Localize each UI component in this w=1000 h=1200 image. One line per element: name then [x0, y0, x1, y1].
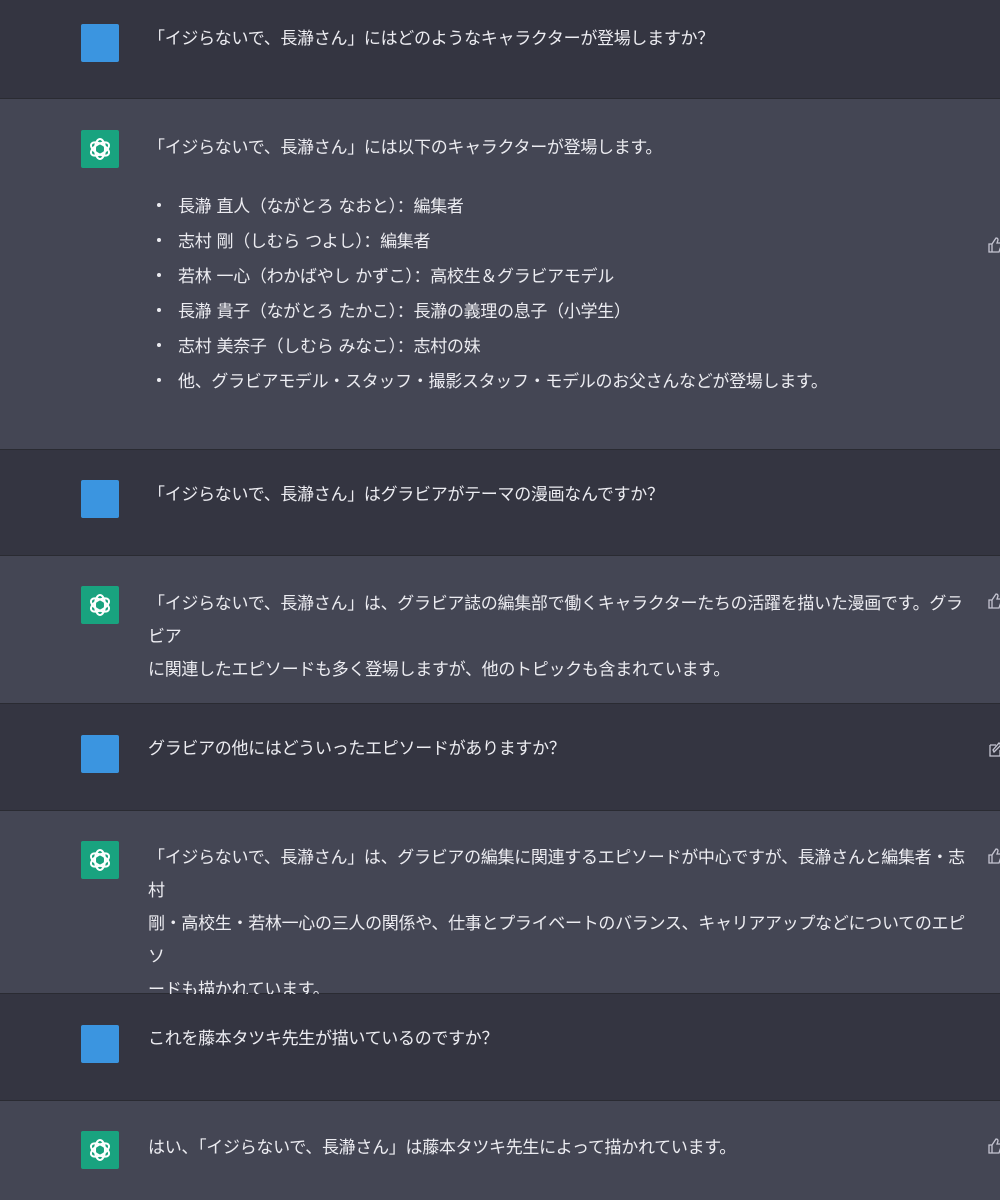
message-line: 剛・高校生・若林一心の三人の関係や、仕事とプライベートのバランス、キャリアアップ… — [148, 914, 965, 967]
message-line: に関連したエピソードも多く登場しますが、他のトピックも含まれています。 — [148, 660, 730, 680]
thumbs-up-icon[interactable] — [988, 848, 1000, 864]
openai-logo-icon — [89, 849, 111, 871]
user-avatar — [81, 735, 119, 773]
message-line: 「イジらないで、長瀞さん」は、グラビアの編集に関連するエピソードが中心ですが、長… — [148, 848, 965, 901]
message-line: 「イジらないで、長瀞さん」は、グラビア誌の編集部で働くキャラクターたちの活躍を描… — [148, 594, 963, 647]
assistant-avatar — [81, 130, 119, 168]
message-line: はい、「イジらないで、長瀞さん」は藤本タツキ先生によって描かれています。 — [148, 1138, 736, 1158]
list-item: 志村 美奈子（しむら みなこ）：志村の妹 — [148, 330, 978, 365]
message-intro: 「イジらないで、長瀞さん」には以下のキャラクターが登場します。 — [148, 138, 663, 158]
message-text: 「イジらないで、長瀞さん」はグラビアがテーマの漫画なんですか？ — [148, 485, 664, 505]
user-message: これを藤本タツキ先生が描いているのですか？ — [0, 994, 1000, 1101]
assistant-avatar — [81, 841, 119, 879]
message-text: 「イジらないで、長瀞さん」にはどのようなキャラクターが登場しますか？ — [148, 29, 714, 49]
list-item: 若林 一心（わかばやし かずこ）：高校生＆グラビアモデル — [148, 260, 978, 295]
thumbs-up-icon[interactable] — [988, 237, 1000, 253]
message-content: 「イジらないで、長瀞さん」には以下のキャラクターが登場します。 長瀞 直人（なが… — [148, 132, 978, 400]
thumbs-up-icon[interactable] — [988, 593, 1000, 609]
assistant-message: 「イジらないで、長瀞さん」は、グラビア誌の編集部で働くキャラクターたちの活躍を描… — [0, 556, 1000, 704]
message-content: はい、「イジらないで、長瀞さん」は藤本タツキ先生によって描かれています。 — [148, 1132, 978, 1165]
user-avatar — [81, 480, 119, 518]
assistant-message: はい、「イジらないで、長瀞さん」は藤本タツキ先生によって描かれています。 — [0, 1101, 1000, 1200]
list-item: 他、グラビアモデル・スタッフ・撮影スタッフ・モデルのお父さんなどが登場します。 — [148, 365, 978, 400]
openai-logo-icon — [89, 138, 111, 160]
list-item: 志村 剛（しむら つよし）：編集者 — [148, 225, 978, 260]
assistant-avatar — [81, 586, 119, 624]
user-message: 「イジらないで、長瀞さん」はグラビアがテーマの漫画なんですか？ — [0, 450, 1000, 556]
user-message: 「イジらないで、長瀞さん」にはどのようなキャラクターが登場しますか？ — [0, 0, 1000, 99]
openai-logo-icon — [89, 1139, 111, 1161]
assistant-avatar — [81, 1131, 119, 1169]
message-content: 「イジらないで、長瀞さん」は、グラビアの編集に関連するエピソードが中心ですが、長… — [148, 842, 978, 1007]
character-list: 長瀞 直人（ながとろ なおと）：編集者 志村 剛（しむら つよし）：編集者 若林… — [148, 190, 978, 400]
list-item: 長瀞 貴子（ながとろ たかこ）：長瀞の義理の息子（小学生） — [148, 295, 978, 330]
user-avatar — [81, 1025, 119, 1063]
message-text: グラビアの他にはどういったエピソードがありますか？ — [148, 739, 566, 759]
assistant-message: 「イジらないで、長瀞さん」には以下のキャラクターが登場します。 長瀞 直人（なが… — [0, 99, 1000, 450]
edit-icon[interactable] — [988, 742, 1000, 758]
user-avatar — [81, 24, 119, 62]
thumbs-up-icon[interactable] — [988, 1138, 1000, 1154]
openai-logo-icon — [89, 594, 111, 616]
user-message: グラビアの他にはどういったエピソードがありますか？ — [0, 704, 1000, 811]
assistant-message: 「イジらないで、長瀞さん」は、グラビアの編集に関連するエピソードが中心ですが、長… — [0, 811, 1000, 1000]
message-content: 「イジらないで、長瀞さん」は、グラビア誌の編集部で働くキャラクターたちの活躍を描… — [148, 588, 978, 687]
message-text: これを藤本タツキ先生が描いているのですか？ — [148, 1029, 499, 1049]
list-item: 長瀞 直人（ながとろ なおと）：編集者 — [148, 190, 978, 225]
